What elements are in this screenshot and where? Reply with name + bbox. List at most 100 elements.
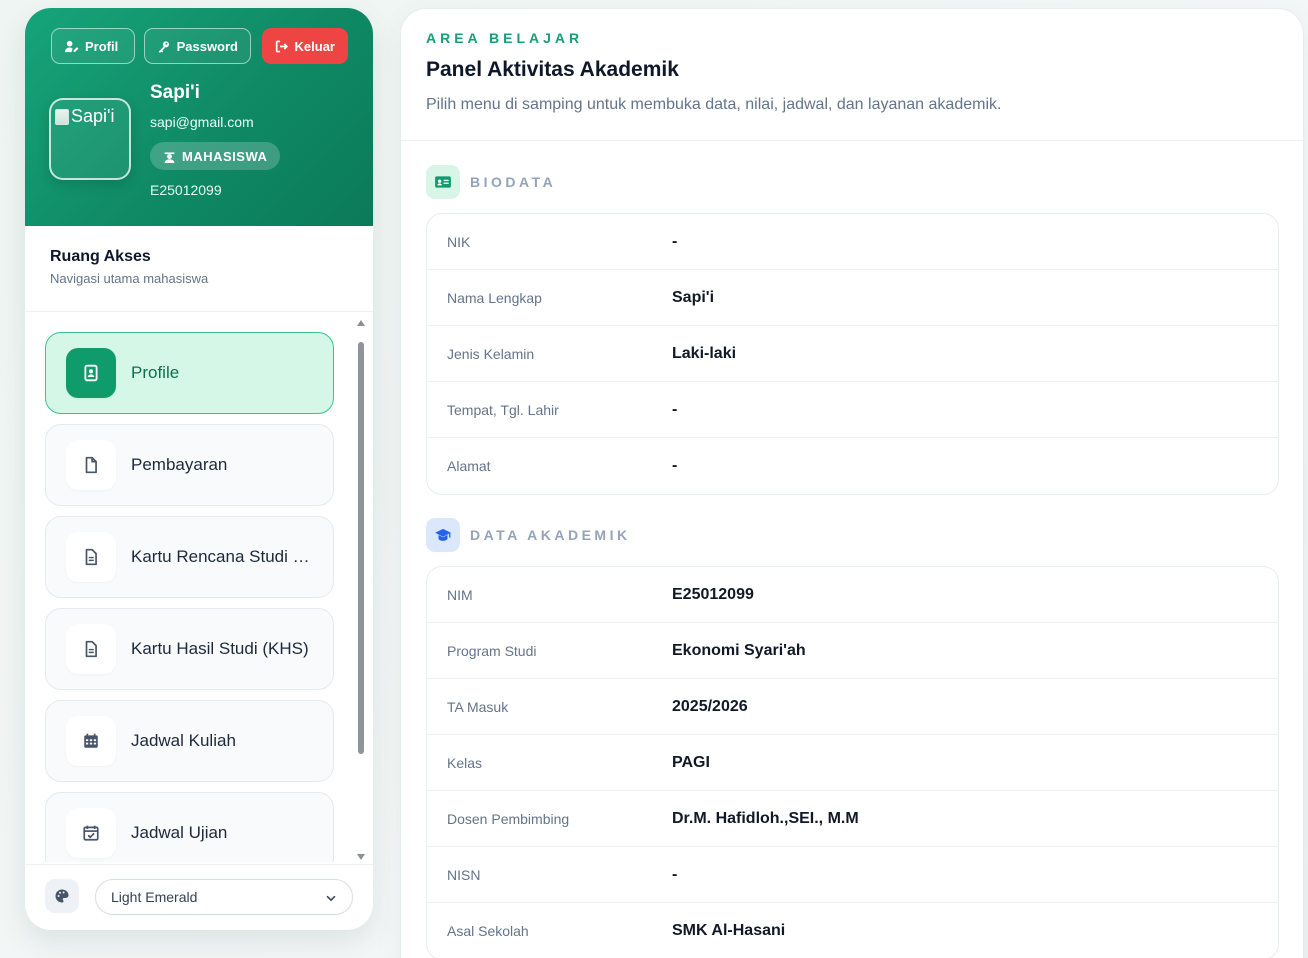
scroll-up-arrow-icon[interactable] [357,320,365,326]
table-row: Tempat, Tgl. Lahir - [427,382,1278,438]
row-label: NIK [447,233,471,250]
sidebar-scrollbar[interactable] [355,320,367,860]
id-badge-icon [66,348,116,398]
sidebar-item-pembayaran[interactable]: Pembayaran [45,424,334,506]
table-row: NIK - [427,214,1278,270]
row-label: NISN [447,866,481,883]
sign-out-icon [275,40,289,52]
main-header: AREA BELAJAR Panel Aktivitas Akademik Pi… [401,9,1303,141]
table-row: NISN - [427,847,1278,903]
sidebar: Profil Password Keluar Sapi'i Sapi'i sap… [25,8,373,930]
calendar-grid-icon [66,716,116,766]
row-label: Kelas [447,754,483,771]
sidebar-menu: Profile Pembayaran Kartu Rencana Studi (… [25,312,373,862]
sidebar-item-label: Profile [131,363,180,382]
sidebar-footer: Light Emerald [25,864,373,930]
row-value: - [672,232,678,250]
graduation-cap-icon [426,518,460,552]
row-label: NIM [447,586,473,603]
sidebar-item-label: Pembayaran [131,455,228,474]
row-label: Program Studi [447,642,537,659]
password-button-label: Password [176,38,238,54]
sidebar-item-jadwal-kuliah[interactable]: Jadwal Kuliah [45,700,334,782]
row-value: E25012099 [672,585,754,603]
row-label: Jenis Kelamin [447,345,535,362]
table-row: TA Masuk 2025/2026 [427,679,1278,735]
theme-select[interactable]: Light Emerald [95,879,353,915]
akademik-section-header: DATA AKADEMIK [426,518,631,552]
sidebar-heading: Ruang Akses Navigasi utama mahasiswa [25,226,373,312]
eyebrow-label: AREA BELAJAR [426,30,584,46]
role-badge-label: MAHASISWA [182,148,268,164]
file-lines-icon [66,532,116,582]
row-label: Asal Sekolah [447,923,529,939]
user-id: E25012099 [150,182,222,198]
user-email: sapi@gmail.com [150,114,254,130]
sidebar-item-khs[interactable]: Kartu Hasil Studi (KHS) [45,608,334,690]
row-value: Dr.M. Hafidloh.,SEI., M.M [672,809,859,827]
profile-header: Profil Password Keluar Sapi'i Sapi'i sap… [25,8,373,226]
table-row: Nama Lengkap Sapi'i [427,270,1278,326]
user-graduate-icon [164,151,175,163]
biodata-card: NIK - Nama Lengkap Sapi'i Jenis Kelamin Lak… [426,213,1279,495]
table-row: NIM E25012099 [427,567,1278,623]
sidebar-item-krs[interactable]: Kartu Rencana Studi (KRS) [45,516,334,598]
row-value: PAGI [672,753,710,771]
sidebar-item-jadwal-ujian[interactable]: Jadwal Ujian [45,792,334,862]
palette-icon [45,879,79,913]
calendar-check-icon [66,808,116,858]
theme-select-value: Light Emerald [111,889,198,905]
row-value: Sapi'i [672,288,715,306]
sidebar-title: Ruang Akses [50,248,151,265]
sidebar-item-label: Jadwal Kuliah [131,731,236,750]
akademik-card: NIM E25012099 Program Studi Ekonomi Syari'… [426,566,1279,958]
file-icon [66,440,116,490]
table-row: Asal Sekolah SMK Al-Hasani [427,903,1278,958]
row-label: Nama Lengkap [447,289,542,306]
scroll-down-arrow-icon[interactable] [357,854,365,860]
page-description: Pilih menu di samping untuk membuka data… [426,96,1002,113]
page-title: Panel Aktivitas Akademik [426,58,679,81]
row-value: - [672,865,678,883]
biodata-section-title: BIODATA [470,174,557,190]
row-value: - [672,400,678,418]
logout-button[interactable]: Keluar [262,28,348,64]
avatar: Sapi'i [49,98,131,180]
sidebar-subtitle: Navigasi utama mahasiswa [50,271,209,286]
user-name: Sapi'i [150,82,200,103]
sidebar-item-label: Kartu Rencana Studi (KRS) [131,547,311,566]
row-value: SMK Al-Hasani [672,922,786,939]
profil-button[interactable]: Profil [51,28,135,64]
row-value: Laki-laki [672,344,737,362]
row-label: Tempat, Tgl. Lahir [447,401,559,418]
biodata-section-header: BIODATA [426,165,556,199]
sidebar-item-profile[interactable]: Profile [45,332,334,414]
file-lines-icon [66,624,116,674]
table-row: Alamat - [427,438,1278,494]
logout-button-label: Keluar [294,38,335,54]
key-icon [158,40,169,53]
sidebar-item-label: Kartu Hasil Studi (KHS) [131,639,309,658]
row-label: Dosen Pembimbing [447,810,570,827]
row-label: Alamat [447,458,491,474]
profil-button-label: Profil [85,38,119,54]
password-button[interactable]: Password [144,28,251,64]
user-edit-icon [64,40,79,52]
scrollbar-thumb[interactable] [358,342,364,754]
table-row: Dosen Pembimbing Dr.M. Hafidloh.,SEI., M.… [427,791,1278,847]
row-value: Ekonomi Syari'ah [672,641,806,659]
id-card-icon [426,165,460,199]
broken-image-icon [55,108,69,125]
avatar-alt-text: Sapi'i [71,106,115,126]
sidebar-item-label: Jadwal Ujian [131,823,228,842]
akademik-section-title: DATA AKADEMIK [470,527,631,543]
row-label: TA Masuk [447,698,509,715]
row-value: - [672,457,678,474]
main-panel: AREA BELAJAR Panel Aktivitas Akademik Pi… [400,8,1304,958]
row-value: 2025/2026 [672,697,748,715]
table-row: Kelas PAGI [427,735,1278,791]
table-row: Jenis Kelamin Laki-laki [427,326,1278,382]
table-row: Program Studi Ekonomi Syari'ah [427,623,1278,679]
chevron-down-icon [326,895,336,902]
role-badge: MAHASISWA [150,142,281,170]
